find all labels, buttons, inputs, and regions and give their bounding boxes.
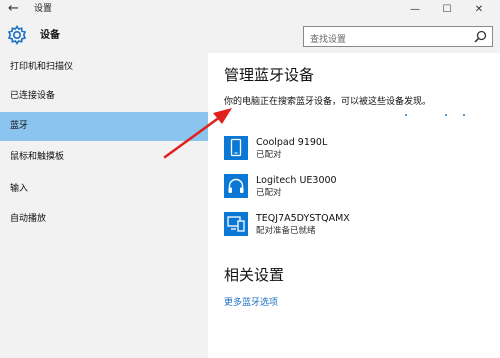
- computer-icon: [224, 212, 248, 236]
- sidebar-item-printers[interactable]: 打印机和扫描仪: [0, 53, 208, 82]
- more-bluetooth-options-link[interactable]: 更多蓝牙选项: [224, 297, 278, 309]
- sidebar-item-connected-devices[interactable]: 已连接设备: [0, 82, 208, 111]
- device-item-computer[interactable]: TEQJ7A5DYSTQAMX 配对准备已就绪: [224, 212, 484, 240]
- minimize-button[interactable]: —: [399, 0, 431, 19]
- title-bar: ← 设置 — ☐ ✕: [0, 0, 500, 19]
- bluetooth-status-text: 你的电脑正在搜索蓝牙设备，可以被这些设备发现。: [224, 97, 432, 107]
- device-item-headphones[interactable]: Logitech UE3000 已配对: [224, 174, 484, 202]
- back-arrow-icon[interactable]: ←: [8, 1, 19, 17]
- sidebar-item-typing[interactable]: 输入: [0, 175, 208, 204]
- main-content: 管理蓝牙设备 你的电脑正在搜索蓝牙设备，可以被这些设备发现。 Coolpad 9…: [208, 53, 500, 358]
- phone-icon: [224, 136, 248, 160]
- window-title: 设置: [34, 4, 53, 14]
- sidebar: 打印机和扫描仪 已连接设备 蓝牙 鼠标和触摸板 输入 自动播放: [0, 53, 208, 358]
- progress-dot: [463, 114, 465, 116]
- close-button[interactable]: ✕: [463, 0, 495, 19]
- progress-dot: [405, 114, 407, 116]
- page-title: 设备: [40, 30, 60, 41]
- device-name: TEQJ7A5DYSTQAMX: [256, 213, 350, 224]
- search-box[interactable]: [303, 26, 493, 50]
- sidebar-item-mouse-touchpad[interactable]: 鼠标和触摸板: [0, 143, 208, 172]
- device-name: Coolpad 9190L: [256, 137, 328, 148]
- sidebar-item-autoplay[interactable]: 自动播放: [0, 205, 208, 234]
- device-status: 已配对: [256, 150, 282, 160]
- headphones-icon: [224, 174, 248, 198]
- device-item-phone[interactable]: Coolpad 9190L 已配对: [224, 136, 484, 164]
- search-input[interactable]: [304, 30, 464, 50]
- sidebar-item-bluetooth[interactable]: 蓝牙: [0, 112, 208, 141]
- search-icon[interactable]: [474, 30, 487, 43]
- section-title: 管理蓝牙设备: [224, 66, 315, 84]
- page-header: 设备: [0, 19, 500, 53]
- gear-icon: [7, 25, 27, 45]
- progress-dot: [445, 114, 447, 116]
- device-status: 已配对: [256, 188, 282, 198]
- related-settings-title: 相关设置: [224, 266, 285, 284]
- maximize-button[interactable]: ☐: [431, 0, 463, 19]
- device-name: Logitech UE3000: [256, 175, 337, 186]
- device-status: 配对准备已就绪: [256, 226, 316, 236]
